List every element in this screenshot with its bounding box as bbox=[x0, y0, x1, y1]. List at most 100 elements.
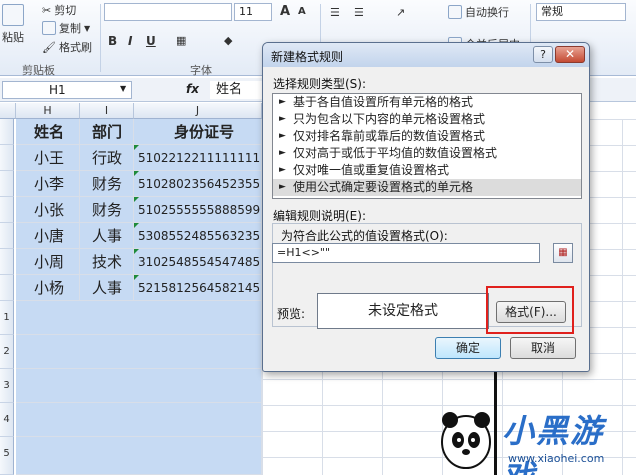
table-cell-dept[interactable]: 行政 bbox=[80, 145, 134, 171]
table-cell-id[interactable]: 5102555555888599 bbox=[134, 197, 262, 223]
close-button[interactable]: ✕ bbox=[555, 46, 585, 63]
cut-button[interactable]: ✂ 剪切 bbox=[42, 2, 76, 18]
row-header[interactable] bbox=[0, 145, 14, 171]
name-box-dropdown-icon[interactable]: ▼ bbox=[120, 84, 126, 93]
grow-font-button[interactable]: A bbox=[280, 4, 290, 19]
row-header[interactable]: 2 bbox=[0, 335, 14, 369]
help-button[interactable]: ? bbox=[533, 46, 553, 63]
table-cell-name[interactable]: 小李 bbox=[16, 171, 80, 197]
table-cell-dept[interactable]: 人事 bbox=[80, 223, 134, 249]
dialog-title: 新建格式规则 bbox=[271, 50, 344, 64]
empty-selected-cell[interactable] bbox=[16, 335, 262, 369]
column-header[interactable]: I bbox=[80, 103, 134, 119]
new-formatting-rule-dialog: 新建格式规则 ? ✕ 选择规则类型(S): ► 基于各自值设置所有单元格的格式 … bbox=[262, 42, 590, 372]
font-name-select[interactable] bbox=[104, 3, 232, 21]
number-format-select[interactable]: 常规 bbox=[536, 3, 626, 21]
format-button[interactable]: 格式(F)... bbox=[496, 301, 566, 323]
name-box[interactable]: H1 bbox=[2, 81, 132, 99]
list-item[interactable]: ► 仅对排名靠前或靠后的数值设置格式 bbox=[273, 128, 581, 145]
clipboard-group-label: 剪贴板 bbox=[22, 64, 55, 77]
row-header[interactable] bbox=[0, 171, 14, 197]
table-cell-dept[interactable]: 财务 bbox=[80, 197, 134, 223]
empty-selected-cell[interactable] bbox=[16, 301, 262, 335]
table-cell-id[interactable]: 5308552485563235 bbox=[134, 223, 262, 249]
shrink-font-button[interactable]: A bbox=[298, 6, 306, 17]
column-header[interactable]: H bbox=[16, 103, 80, 119]
table-cell-dept[interactable]: 人事 bbox=[80, 275, 134, 301]
list-item-selected[interactable]: ► 使用公式确定要设置格式的单元格 bbox=[273, 179, 581, 196]
table-cell-name[interactable]: 小周 bbox=[16, 249, 80, 275]
table-cell-id[interactable]: 5215812564582145 bbox=[134, 275, 262, 301]
row-header[interactable]: 5 bbox=[0, 437, 14, 475]
empty-selected-cell[interactable] bbox=[16, 369, 262, 403]
dialog-title-bar[interactable]: 新建格式规则 ? ✕ bbox=[263, 43, 589, 67]
row-header[interactable]: 4 bbox=[0, 403, 14, 437]
rule-type-list[interactable]: ► 基于各自值设置所有单元格的格式 ► 只为包含以下内容的单元格设置格式 ► 仅… bbox=[272, 93, 582, 199]
empty-selected-cell[interactable] bbox=[16, 437, 262, 475]
header-cell-dept[interactable]: 部门 bbox=[80, 119, 134, 145]
empty-selected-cell[interactable] bbox=[16, 403, 262, 437]
align-middle-icon[interactable]: ☰ bbox=[354, 6, 364, 19]
brush-icon: 🖌 bbox=[42, 40, 56, 54]
table-cell-name[interactable]: 小王 bbox=[16, 145, 80, 171]
error-indicator-icon bbox=[134, 249, 139, 254]
font-size-select[interactable]: 11 bbox=[234, 3, 272, 21]
table-cell-id[interactable]: 3102548554547485 bbox=[134, 249, 262, 275]
fill-color-icon[interactable]: ◆ bbox=[224, 34, 232, 47]
italic-button[interactable]: I bbox=[128, 34, 132, 48]
borders-icon[interactable]: ▦ bbox=[176, 34, 186, 47]
orientation-icon[interactable]: ↗ bbox=[396, 6, 405, 19]
collapse-dialog-icon[interactable]: ▦ bbox=[553, 243, 573, 263]
paste-button[interactable]: 粘贴 bbox=[2, 4, 24, 45]
table-cell-id[interactable]: 5102802356452355 bbox=[134, 171, 262, 197]
select-all-corner[interactable] bbox=[0, 103, 16, 119]
table-cell-id[interactable]: 5102212211111111111 bbox=[134, 145, 262, 171]
bullet-arrow-icon: ► bbox=[279, 182, 286, 192]
table-cell-dept[interactable]: 财务 bbox=[80, 171, 134, 197]
error-indicator-icon bbox=[134, 197, 139, 202]
row-header[interactable] bbox=[0, 197, 14, 223]
formula-label: 为符合此公式的值设置格式(O): bbox=[281, 229, 448, 243]
ribbon-divider bbox=[100, 4, 101, 72]
error-indicator-icon bbox=[134, 275, 139, 280]
scissors-icon: ✂ bbox=[42, 3, 52, 17]
formula-value[interactable]: 姓名 bbox=[210, 81, 270, 99]
watermark-logo: 小黑游戏 www.xiaohei.com bbox=[438, 400, 634, 475]
bullet-arrow-icon: ► bbox=[279, 131, 286, 141]
select-rule-type-label: 选择规则类型(S): bbox=[273, 77, 367, 91]
list-item[interactable]: ► 仅对唯一值或重复值设置格式 bbox=[273, 162, 581, 179]
cancel-button[interactable]: 取消 bbox=[510, 337, 576, 359]
watermark-url: www.xiaohei.com bbox=[508, 452, 605, 465]
row-header[interactable]: 3 bbox=[0, 369, 14, 403]
bullet-arrow-icon: ► bbox=[279, 97, 286, 107]
bold-button[interactable]: B bbox=[108, 34, 117, 48]
chevron-down-icon: ▼ bbox=[84, 23, 91, 33]
table-cell-dept[interactable]: 技术 bbox=[80, 249, 134, 275]
table-cell-name[interactable]: 小杨 bbox=[16, 275, 80, 301]
ok-button[interactable]: 确定 bbox=[435, 337, 501, 359]
insert-function-icon[interactable]: fx bbox=[186, 82, 199, 96]
copy-icon bbox=[42, 21, 56, 35]
row-header[interactable] bbox=[0, 119, 14, 145]
formula-input[interactable]: =H1<>"" bbox=[272, 243, 540, 263]
column-header[interactable]: J bbox=[134, 103, 262, 119]
row-header[interactable] bbox=[0, 275, 14, 301]
font-group-label: 字体 bbox=[190, 64, 212, 77]
list-item[interactable]: ► 只为包含以下内容的单元格设置格式 bbox=[273, 111, 581, 128]
header-cell-id[interactable]: 身份证号 bbox=[134, 119, 262, 145]
table-cell-name[interactable]: 小唐 bbox=[16, 223, 80, 249]
copy-button[interactable]: 复制 ▼ bbox=[42, 20, 90, 36]
preview-box: 未设定格式 bbox=[317, 293, 489, 329]
align-top-icon[interactable]: ☰ bbox=[330, 6, 340, 19]
table-cell-name[interactable]: 小张 bbox=[16, 197, 80, 223]
row-header[interactable]: 1 bbox=[0, 301, 14, 335]
wrap-text-button[interactable]: 自动换行 bbox=[448, 4, 509, 20]
list-item[interactable]: ► 基于各自值设置所有单元格的格式 bbox=[273, 94, 581, 111]
row-header[interactable] bbox=[0, 223, 14, 249]
row-header[interactable] bbox=[0, 249, 14, 275]
format-painter-button[interactable]: 🖌 格式刷 bbox=[42, 39, 92, 55]
list-item[interactable]: ► 仅对高于或低于平均值的数值设置格式 bbox=[273, 145, 581, 162]
underline-button[interactable]: U bbox=[146, 34, 156, 48]
header-cell-name[interactable]: 姓名 bbox=[16, 119, 80, 145]
bullet-arrow-icon: ► bbox=[279, 165, 286, 175]
